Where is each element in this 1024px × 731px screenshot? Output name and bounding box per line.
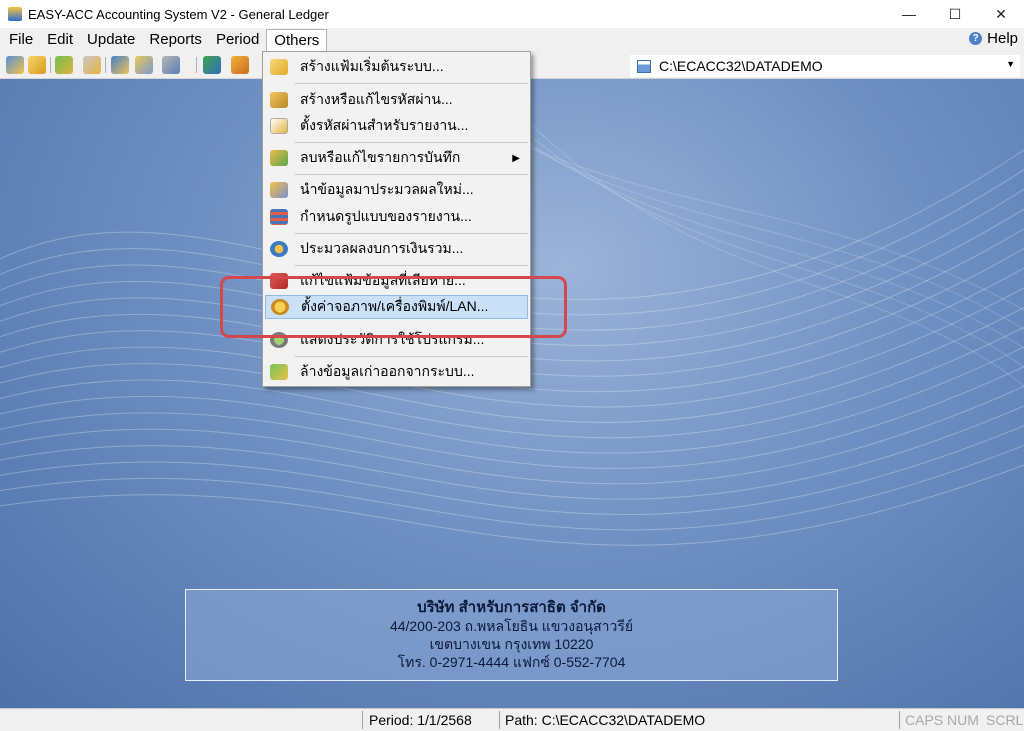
status-scrl: SCRL (986, 712, 1024, 728)
menu-bar: File Edit Update Reports Period Others (0, 28, 1024, 52)
records-icon (270, 150, 288, 166)
menu-separator (295, 142, 528, 143)
company-phone: โทร. 0-2971-4444 แฟกซ์ 0-552-7704 (397, 654, 626, 670)
close-button[interactable]: ✕ (978, 0, 1024, 28)
menu-separator (295, 265, 528, 266)
report-layout-icon (270, 209, 288, 225)
ledger-icon[interactable] (55, 56, 73, 74)
menu-separator (295, 174, 528, 175)
menu-item-report-password[interactable]: ตั้งรหัสผ่านสำหรับรายงาน... (265, 114, 528, 138)
status-bar: Period: 1/1/2568 Path: C:\ECACC32\DATADE… (0, 708, 1024, 731)
dropdown-arrow-icon[interactable]: ▼ (1006, 59, 1015, 69)
title-bar: EASY-ACC Accounting System V2 - General … (0, 0, 1024, 28)
status-divider (899, 711, 900, 729)
window-icon (637, 59, 651, 73)
window-icon[interactable] (203, 56, 221, 74)
hand-icon[interactable] (231, 56, 249, 74)
toolbar-separator (196, 57, 197, 73)
stack-dropdown-icon[interactable] (162, 56, 180, 74)
status-period: Period: 1/1/2568 (369, 712, 472, 728)
folder-icon[interactable] (28, 56, 46, 74)
help-label: Help (987, 30, 1018, 47)
status-divider (499, 711, 500, 729)
status-num: NUM (947, 712, 979, 728)
menu-update[interactable]: Update (80, 29, 142, 51)
process-icon (270, 241, 288, 257)
maximize-button[interactable]: ☐ (932, 0, 978, 28)
minimize-button[interactable]: — (886, 0, 932, 28)
menu-edit[interactable]: Edit (40, 29, 80, 51)
menu-item-edit-password[interactable]: สร้างหรือแก้ไขรหัสผ่าน... (265, 88, 528, 112)
menu-item-clear-old-data[interactable]: ล้างข้อมูลเก่าออกจากระบบ... (265, 360, 528, 384)
highlight-annotation (220, 276, 567, 338)
balance-scale-icon[interactable] (83, 56, 101, 74)
menu-separator (295, 356, 528, 357)
company-name: บริษัท สำหรับการสาธิต จำกัด (417, 599, 606, 616)
window-title: EASY-ACC Accounting System V2 - General … (28, 6, 329, 22)
help-icon: ? (969, 32, 983, 45)
menu-item-reprocess-data[interactable]: นำข้อมูลมาประมวลผลใหม่... (265, 178, 528, 202)
company-address-line2: เขตบางเขน กรุงเทพ 10220 (429, 636, 594, 652)
toolbar-separator (50, 57, 51, 73)
menu-file[interactable]: File (2, 29, 40, 51)
tree-icon[interactable] (111, 56, 129, 74)
menu-period[interactable]: Period (209, 29, 266, 51)
open-book-icon[interactable] (6, 56, 24, 74)
menu-item-create-startup-file[interactable]: สร้างแฟ้มเริ่มต้นระบบ... (265, 55, 528, 79)
company-info-panel: บริษัท สำหรับการสาธิต จำกัด 44/200-203 ถ… (185, 589, 838, 681)
status-caps: CAPS (905, 712, 944, 728)
menu-item-delete-edit-entries[interactable]: ลบหรือแก้ไขรายการบันทึก ▶ (265, 146, 528, 170)
status-divider (362, 711, 363, 729)
help-menu[interactable]: ? Help (969, 30, 1018, 47)
menu-item-report-format[interactable]: กำหนดรูปแบบของรายงาน... (265, 205, 528, 229)
submenu-arrow-icon: ▶ (512, 152, 520, 164)
document-lock-icon (270, 118, 288, 134)
menu-reports[interactable]: Reports (142, 29, 209, 51)
status-path: Path: C:\ECACC32\DATADEMO (505, 712, 706, 728)
data-path-select[interactable]: C:\ECACC32\DATADEMO ▼ (630, 55, 1020, 77)
broom-icon (270, 364, 288, 380)
import-data-icon (270, 182, 288, 198)
app-icon (8, 7, 22, 21)
edit-document-icon[interactable] (135, 56, 153, 74)
key-icon (270, 92, 288, 108)
menu-others[interactable]: Others (266, 29, 328, 51)
toolbar-separator (105, 57, 106, 73)
company-address-line1: 44/200-203 ถ.พหลโยธิน แขวงอนุสาวรีย์ (389, 618, 634, 634)
data-path-value: C:\ECACC32\DATADEMO (659, 58, 823, 74)
menu-separator (295, 83, 528, 84)
menu-item-consolidated-statements[interactable]: ประมวลผลงบการเงินรวม... (265, 237, 528, 261)
folder-open-icon (270, 59, 288, 75)
menu-separator (295, 233, 528, 234)
